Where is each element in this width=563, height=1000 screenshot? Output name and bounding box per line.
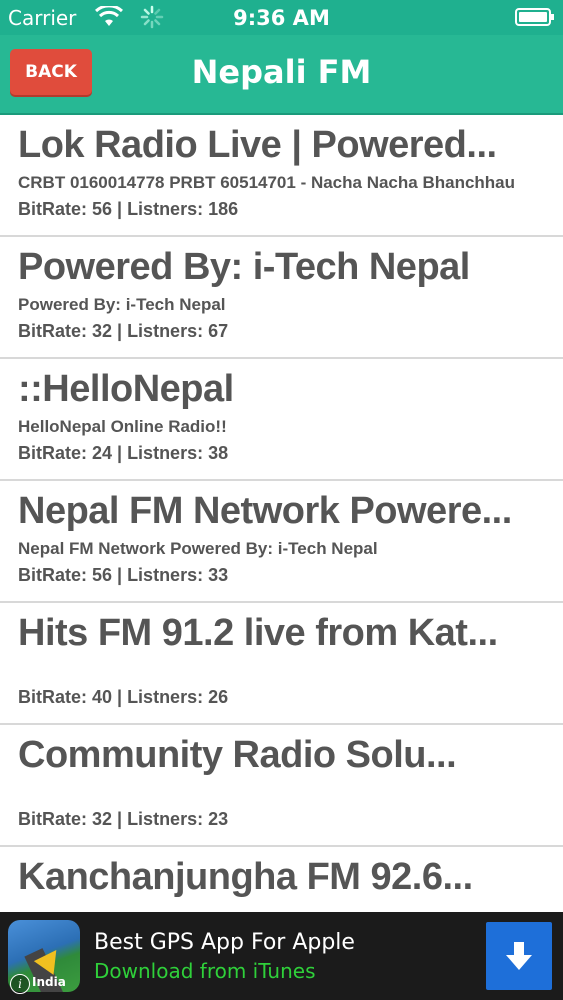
station-meta: BitRate: 40 | Listners: 26 bbox=[18, 687, 229, 707]
station-title: Nepal FM Network Powere... bbox=[18, 490, 512, 532]
station-list-item[interactable]: Lok Radio Live | Powered... CRBT 0160014… bbox=[0, 115, 563, 237]
station-description: CRBT 0160014778 PRBT 60514701 - Nacha Na… bbox=[18, 173, 516, 192]
station-list-item[interactable]: Community Radio Solu... BitRate: 32 | Li… bbox=[0, 725, 563, 847]
station-meta: BitRate: 56 | Listners: 33 bbox=[18, 565, 229, 585]
station-list-item[interactable]: Kanchanjungha FM 92.6... bbox=[0, 847, 563, 912]
station-title: Powered By: i-Tech Nepal bbox=[18, 246, 470, 288]
ad-subtitle: Download from iTunes bbox=[94, 959, 316, 983]
clock: 9:36 AM bbox=[233, 6, 330, 30]
ad-banner[interactable]: i India Best GPS App For Apple Download … bbox=[0, 912, 563, 1000]
station-title: ::HelloNepal bbox=[18, 368, 234, 410]
station-title: Community Radio Solu... bbox=[18, 734, 457, 776]
station-meta: BitRate: 32 | Listners: 67 bbox=[18, 321, 229, 341]
ad-download-button[interactable] bbox=[486, 922, 552, 990]
station-description: HelloNepal Online Radio!! bbox=[18, 417, 227, 436]
ad-title: Best GPS App For Apple bbox=[94, 930, 355, 955]
station-title: Kanchanjungha FM 92.6... bbox=[18, 856, 473, 898]
page-title: Nepali FM bbox=[191, 53, 372, 91]
station-description: Powered By: i-Tech Nepal bbox=[18, 295, 226, 314]
battery-icon bbox=[515, 8, 554, 26]
station-meta: BitRate: 32 | Listners: 23 bbox=[18, 809, 229, 829]
ad-region-label: India bbox=[32, 975, 66, 989]
station-list[interactable]: Lok Radio Live | Powered... CRBT 0160014… bbox=[0, 115, 563, 912]
station-list-item[interactable]: Powered By: i-Tech Nepal Powered By: i-T… bbox=[0, 237, 563, 359]
nav-bar: BACK Nepali FM bbox=[0, 35, 563, 115]
station-title: Lok Radio Live | Powered... bbox=[18, 124, 497, 166]
info-icon[interactable]: i bbox=[10, 974, 30, 994]
station-title: Hits FM 91.2 live from Kat... bbox=[18, 612, 498, 654]
station-meta: BitRate: 24 | Listners: 38 bbox=[18, 443, 229, 463]
station-meta: BitRate: 56 | Listners: 186 bbox=[18, 199, 239, 219]
station-list-item[interactable]: Nepal FM Network Powere... Nepal FM Netw… bbox=[0, 481, 563, 603]
station-list-item[interactable]: Hits FM 91.2 live from Kat... BitRate: 4… bbox=[0, 603, 563, 725]
station-list-item[interactable]: ::HelloNepal HelloNepal Online Radio!! B… bbox=[0, 359, 563, 481]
status-bar: Carrier 9:36 AM bbox=[0, 0, 563, 35]
download-arrow-icon bbox=[506, 942, 532, 970]
station-description: Nepal FM Network Powered By: i-Tech Nepa… bbox=[18, 539, 378, 558]
